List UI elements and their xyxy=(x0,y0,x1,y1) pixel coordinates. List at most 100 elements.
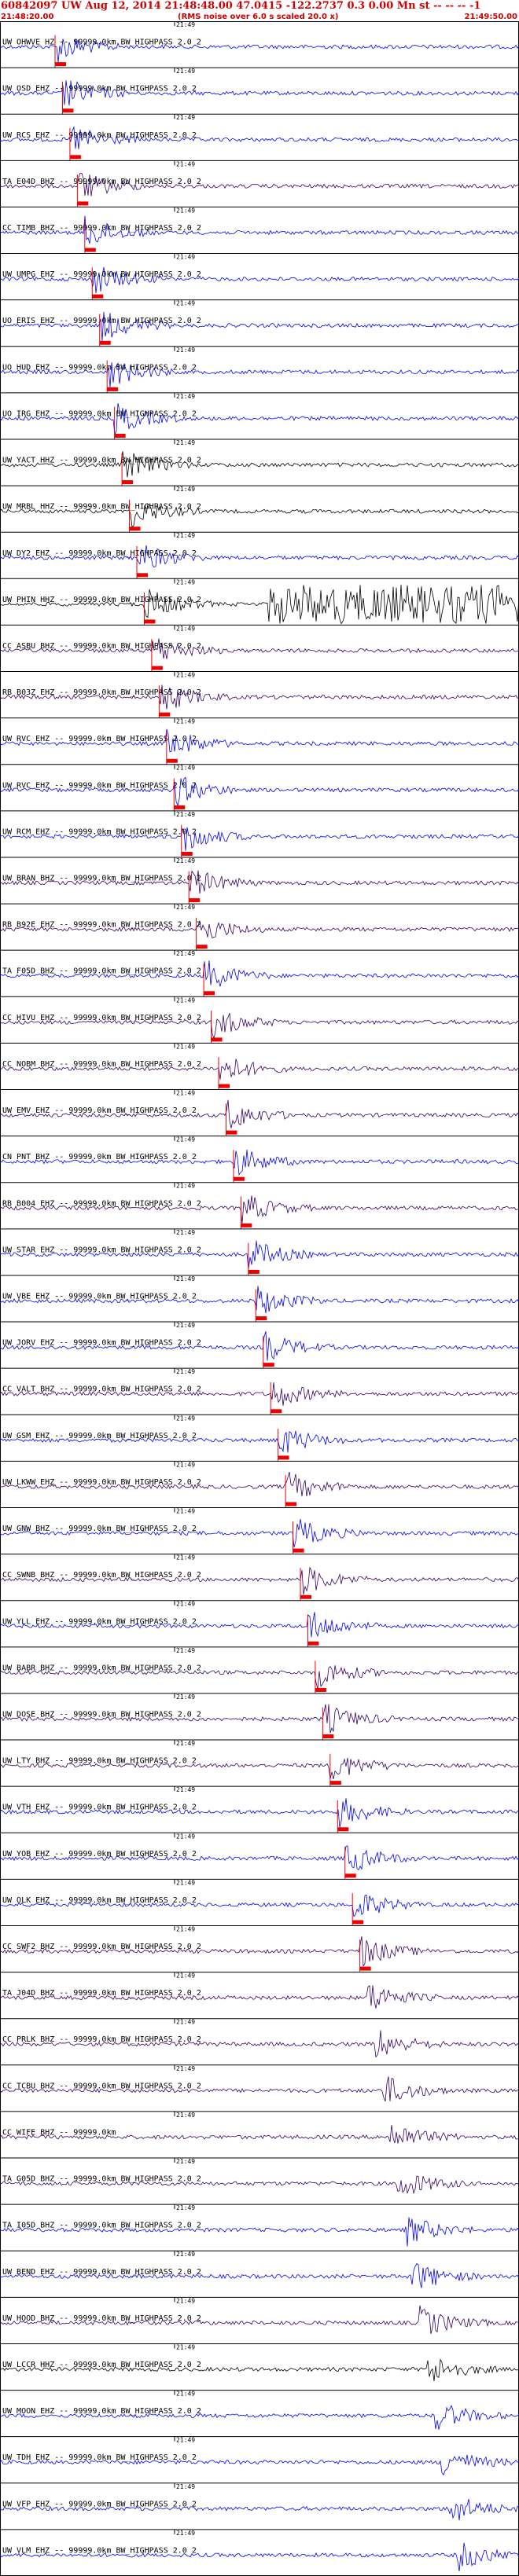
pick-marker xyxy=(211,1037,223,1042)
station-label: CC SWF2 BHZ -- 99999.0km BW_HIGHPASS 2.0… xyxy=(2,1943,201,1951)
pick-marker xyxy=(107,387,119,391)
pick-marker xyxy=(300,1594,311,1599)
trace-row: 21:49 CC TIMB BHZ -- 99999.0km BW_HIGHPAS… xyxy=(0,206,519,254)
trace-row: 21:49 TA E04D BHZ -- 99999.0km BW_HIGHPAS… xyxy=(0,160,519,207)
pick-marker xyxy=(256,1316,267,1321)
trace-row: 21:49 CC PRLK BHZ -- 99999.0km BW_HIGHPAS… xyxy=(0,2018,519,2058)
tick-label: 21:49 xyxy=(176,1090,195,1097)
trace-row: 21:49 UW MOON EHZ -- 99999.0km BW_HIGHPAS… xyxy=(0,2390,519,2430)
trace-row: 21:49 CC WIFE BHZ -- 99999.0km xyxy=(0,2111,519,2144)
trace-row: 21:49 UW YOB EHZ -- 99999.0km BW_HIGHPASS… xyxy=(0,1832,519,1880)
station-label: UO HUD EHZ -- 99999.0km BW_HIGHPASS 2.0 … xyxy=(2,363,197,372)
pick-marker xyxy=(315,1687,326,1692)
tick-label: 21:49 xyxy=(176,2251,195,2258)
station-label: UW JORV EHZ -- 99999.0km BW_HIGHPASS 2.0… xyxy=(2,1339,201,1348)
station-label: UW BABR BHZ -- 99999.0km BW_HIGHPASS 2.0… xyxy=(2,1664,201,1672)
station-label: TA I05D BHZ -- 99999.0km BW_HIGHPASS 2.0… xyxy=(2,2222,201,2230)
tick-label: 21:49 xyxy=(176,2437,195,2444)
station-label: RB B004 EHZ -- 99999.0km BW_HIGHPASS 2.0… xyxy=(2,1199,201,1208)
tick-label: 21:49 xyxy=(176,811,195,818)
tick-label: 21:49 xyxy=(176,672,195,679)
tick-label: 21:49 xyxy=(176,1415,195,1422)
station-label: UW GNW BHZ -- 99999.0km BW_HIGHPASS 2.0 … xyxy=(2,1525,197,1533)
station-label: UW OSD EHZ -- 99999.0km BW_HIGHPASS 2.0 … xyxy=(2,85,197,94)
trace-row: 21:49 UW UMPG EHZ -- 99999.0km BW_HIGHPAS… xyxy=(0,253,519,300)
trace-row: 21:49 TA G05D BHZ -- 99999.0km BW_HIGHPAS… xyxy=(0,2157,519,2195)
tick-label: 21:49 xyxy=(176,1368,195,1375)
pick-marker xyxy=(233,1176,245,1181)
pick-marker xyxy=(189,898,201,903)
pick-marker xyxy=(285,1502,297,1506)
station-label: UO IRG EHZ -- 99999.0km BW_HIGHPASS 2.0 … xyxy=(2,409,197,418)
tick-label: 21:49 xyxy=(176,1833,195,1840)
pick-marker xyxy=(204,991,215,996)
tick-label: 21:49 xyxy=(176,578,195,585)
pick-marker xyxy=(99,340,111,345)
pick-marker xyxy=(77,201,89,206)
pick-marker xyxy=(344,1873,356,1878)
trace-row: 21:49 UW LTY BHZ -- 99999.0km BW_HIGHPASS… xyxy=(0,1739,519,1787)
trace-row: 21:49 UW RCS EHZ -- 99999.0km BW_HIGHPASS… xyxy=(0,113,519,161)
trace-row: 21:49 RB B03Z EHZ -- 99999.0km BW_HIGHPAS… xyxy=(0,671,519,718)
tick-label: 21:49 xyxy=(176,1972,195,1980)
station-label: TA J04D BHZ -- 99999.0km BW_HIGHPASS 2.0… xyxy=(2,1989,201,1998)
pick-marker xyxy=(248,1269,260,1274)
station-label: CC SWNB BHZ -- 99999.0km BW_HIGHPASS 2.0… xyxy=(2,1571,201,1580)
station-label: TA G05D BHZ -- 99999.0km BW_HIGHPASS 2.0… xyxy=(2,2175,201,2184)
pick-marker xyxy=(359,1966,371,1971)
pick-marker xyxy=(293,1548,304,1553)
trace-row: 21:49 UW BABR BHZ -- 99999.0km BW_HIGHPAS… xyxy=(0,1646,519,1693)
trace-row: 21:49 UW OLK EHZ -- 99999.0km BW_HIGHPASS… xyxy=(0,1878,519,1926)
tick-label: 21:49 xyxy=(176,2343,195,2350)
pick-marker xyxy=(114,433,126,438)
tick-label: 21:49 xyxy=(176,68,195,75)
station-label: UW DOSE BHZ -- 99999.0km BW_HIGHPASS 2.0… xyxy=(2,1710,201,1719)
trace-row: 21:49 TA J04D BHZ -- 99999.0km BW_HIGHPAS… xyxy=(0,1972,519,2009)
station-label: UW GSM EHZ -- 99999.0km BW_HIGHPASS 2.0 … xyxy=(2,1432,197,1440)
trace-row: 21:49 UW EMV EHZ -- 99999.0km BW_HIGHPASS… xyxy=(0,1089,519,1136)
station-label: UW LKWW EHZ -- 99999.0km BW_HIGHPASS 2.0… xyxy=(2,1478,201,1487)
station-label: UW OLK EHZ -- 99999.0km BW_HIGHPASS 2.0 … xyxy=(2,1896,197,1905)
station-label: UW RVC EHZ -- 99999.0km BW_HIGHPASS 2.0 … xyxy=(2,781,197,790)
station-label: UW BRAN BHZ -- 99999.0km BW_HIGHPASS 2.0… xyxy=(2,875,201,883)
trace-row: 21:49 UW OSD EHZ -- 99999.0km BW_HIGHPASS… xyxy=(0,67,519,115)
pick-marker xyxy=(226,1130,237,1135)
tick-label: 21:49 xyxy=(176,765,195,772)
tick-label: 21:49 xyxy=(176,1507,195,1514)
tick-label: 21:49 xyxy=(176,1461,195,1468)
tick-label: 21:49 xyxy=(176,996,195,1004)
tick-label: 21:49 xyxy=(176,2158,195,2165)
station-label: CC TCBU BHZ -- 99999.0km BW_HIGHPASS 2.0… xyxy=(2,2082,201,2090)
waveform xyxy=(0,403,519,436)
station-label: CN PNT BHZ -- 99999.0km BW_HIGHPASS 2.0 … xyxy=(2,1153,197,1161)
trace-row: 21:49 UW RCM EHZ -- 99999.0km BW_HIGHPASS… xyxy=(0,810,519,857)
tick-label: 21:49 xyxy=(176,1136,195,1143)
pick-marker xyxy=(166,758,178,763)
pick-marker xyxy=(337,1827,349,1832)
trace-row: 21:49 UW YACT HHZ -- 99999.0km BW_HIGHPAS… xyxy=(0,439,519,486)
trace-row: 21:49 UO IRG EHZ -- 99999.0km BW_HIGHPASS… xyxy=(0,392,519,439)
trace-row: 21:49 TA I05D BHZ -- 99999.0km BW_HIGHPAS… xyxy=(0,2204,519,2247)
trace-row: 21:49 CC HIVU EHZ -- 99999.0km BW_HIGHPAS… xyxy=(0,996,519,1044)
trace-row: 21:49 UO ERIS EHZ -- 99999.0km BW_HIGHPAS… xyxy=(0,299,519,347)
pick-marker xyxy=(92,294,104,299)
tick-label: 21:49 xyxy=(176,2297,195,2304)
trace-row: 21:49 UO HUD EHZ -- 99999.0km BW_HIGHPASS… xyxy=(0,346,519,393)
station-label: CC VALT BHZ -- 99999.0km BW_HIGHPASS 2.0… xyxy=(2,1385,201,1394)
pick-marker xyxy=(144,619,156,624)
trace-row: 21:49 UW TDH EHZ -- 99999.0km BW_HIGHPASS… xyxy=(0,2436,519,2476)
trace-row: 21:49 UW OHWVE HZ -- 99999.0km BW_HIGHPAS… xyxy=(0,21,519,68)
trace-row: 21:49 CC SWNB BHZ -- 99999.0km BW_HIGHPAS… xyxy=(0,1554,519,1601)
start-time: 21:48:20.00 xyxy=(1,13,54,21)
trace-row: 21:49 CC NOBM BHZ -- 99999.0km BW_HIGHPAS… xyxy=(0,1042,519,1090)
station-label: UW PHIN HHZ -- 99999.0km BW_HIGHPASS 2.0… xyxy=(2,596,201,604)
trace-row: 21:49 UW PHIN HHZ -- 99999.0km BW_HIGHPAS… xyxy=(0,578,519,626)
station-label: UW LCCR HHZ -- 99999.0km BW_HIGHPASS 2.0… xyxy=(2,2361,201,2369)
tick-label: 21:49 xyxy=(176,2530,195,2537)
station-label: RB B92E EHZ -- 99999.0km BW_HIGHPASS 2.0… xyxy=(2,921,201,930)
tick-label: 21:49 xyxy=(176,625,195,632)
pick-marker xyxy=(278,1455,289,1460)
pick-marker xyxy=(151,666,163,670)
trace-row: 21:49 UW VLM EHZ -- 99999.0km BW_HIGHPASS… xyxy=(0,2529,519,2572)
tick-label: 21:49 xyxy=(176,2065,195,2072)
